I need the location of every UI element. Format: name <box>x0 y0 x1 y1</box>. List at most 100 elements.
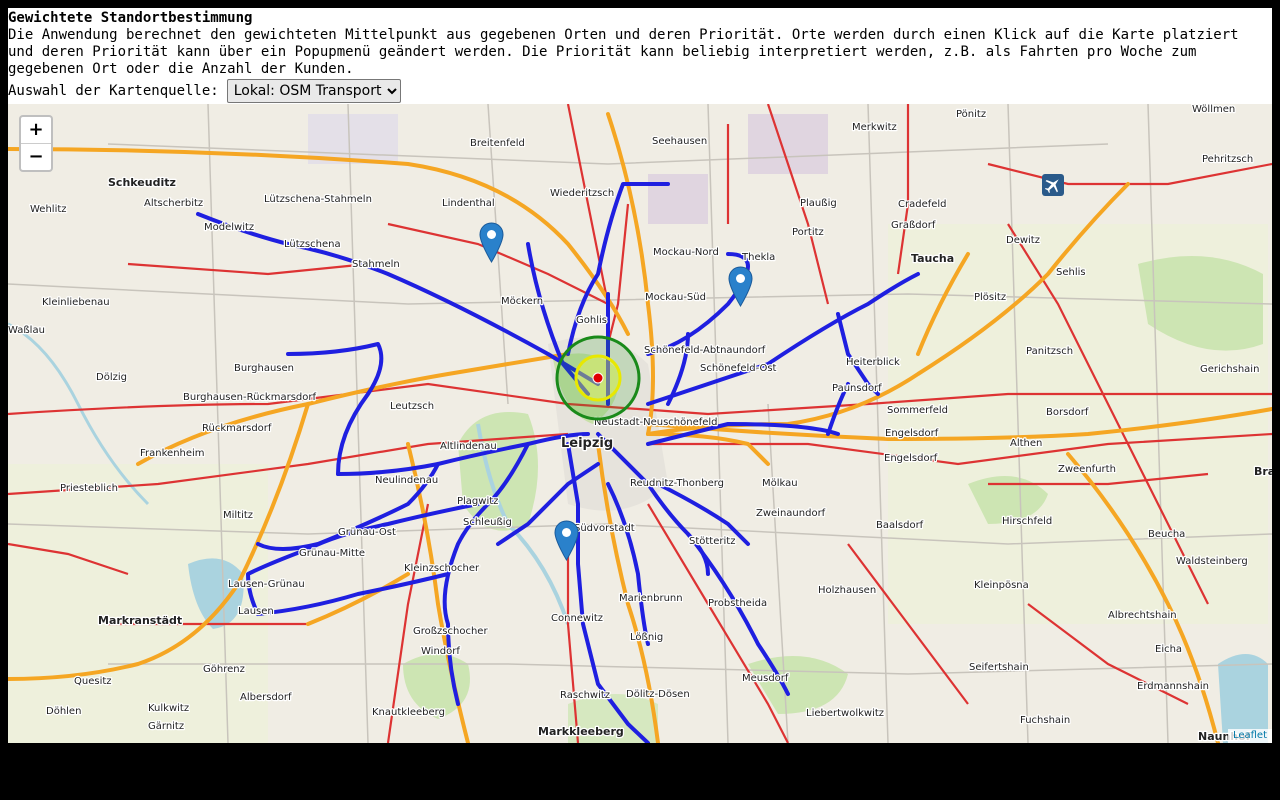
location-marker[interactable] <box>728 266 753 307</box>
place-label: Neulindenau <box>375 475 438 486</box>
place-label: Windorf <box>421 646 460 657</box>
map-tiles[interactable]: Breitenfeld Seehausen Merkwitz Pönitz Wöllme… <box>8 104 1272 743</box>
place-label: Albersdorf <box>240 692 292 703</box>
place-label: Brandis <box>1254 465 1272 478</box>
place-label: Altscherbitz <box>144 198 203 209</box>
location-marker[interactable] <box>479 222 504 263</box>
place-label: Albrechtshain <box>1108 610 1177 621</box>
airport-icon <box>1042 174 1064 196</box>
place-label: Lindenthal <box>442 198 495 209</box>
place-label: Altlindenau <box>440 441 497 452</box>
place-label: Lausen-Grünau <box>228 579 305 590</box>
page-description: Die Anwendung berechnet den gewichteten … <box>8 27 1239 77</box>
place-label: Raschwitz <box>560 690 610 701</box>
place-label: Lützschena-Stahmeln <box>264 194 372 205</box>
place-label: Wehlitz <box>30 204 67 215</box>
place-label: Miltitz <box>223 510 253 521</box>
place-label: Südvorstadt <box>574 523 635 534</box>
place-label: Eicha <box>1155 644 1182 655</box>
place-label: Seifertshain <box>969 662 1029 673</box>
place-label: Breitenfeld <box>470 138 525 149</box>
place-label: Stötteritz <box>689 536 735 547</box>
place-label: Gärnitz <box>148 721 184 732</box>
place-label: Lützschena <box>284 239 341 250</box>
place-label: Connewitz <box>551 613 603 624</box>
place-label: Markranstädt <box>98 614 182 627</box>
place-label: Plösitz <box>974 292 1006 303</box>
place-label: Mockau-Süd <box>645 292 706 303</box>
place-label: Sommerfeld <box>887 405 948 416</box>
place-label: Möckern <box>501 296 543 307</box>
place-label: Heiterblick <box>846 357 900 368</box>
place-label: Lausen <box>238 606 274 617</box>
place-label: Cradefeld <box>898 199 947 210</box>
place-label: Plagwitz <box>457 496 498 507</box>
center-point <box>592 372 604 384</box>
place-label: Panitzsch <box>1026 346 1073 357</box>
place-label: Graßdorf <box>891 220 936 231</box>
place-label: Gerichshain <box>1200 364 1259 375</box>
place-label: Schleußig <box>463 517 512 528</box>
place-label: Frankenheim <box>140 448 205 459</box>
place-label: Taucha <box>911 252 954 265</box>
zoom-control: + − <box>19 115 53 172</box>
place-label: Mölkau <box>762 478 798 489</box>
place-label: Großzschocher <box>413 626 488 637</box>
place-label: Borsdorf <box>1046 407 1089 418</box>
place-label: Grünau-Mitte <box>299 548 365 559</box>
page-title: Gewichtete Standortbestimmung <box>8 10 253 26</box>
page: Gewichtete Standortbestimmung Die Anwend… <box>8 8 1272 743</box>
place-label: Leipzig <box>561 436 613 451</box>
place-label: Burghausen <box>234 363 294 374</box>
map-view[interactable]: Breitenfeld Seehausen Merkwitz Pönitz Wöllme… <box>8 104 1272 743</box>
place-label: Schönefeld-Ost <box>700 363 777 374</box>
place-label: Sehlis <box>1056 267 1086 278</box>
place-label: Göhrenz <box>203 664 245 675</box>
place-label: Kulkwitz <box>148 703 189 714</box>
place-label: Kleinliebenau <box>42 297 110 308</box>
zoom-out-button[interactable]: − <box>21 143 51 170</box>
place-label: Liebertwolkwitz <box>806 708 884 719</box>
place-label: Grünau-Ost <box>338 527 396 538</box>
place-label: Erdmannshain <box>1137 681 1209 692</box>
place-label: Waßlau <box>8 325 45 336</box>
place-label: Zweinaundorf <box>756 508 826 519</box>
place-label: Plaußig <box>800 198 837 209</box>
place-label: Althen <box>1010 438 1042 449</box>
place-label: Quesitz <box>74 676 112 687</box>
place-label: Thekla <box>741 252 775 263</box>
place-label: Hirschfeld <box>1002 516 1052 527</box>
map-attribution: Leaflet <box>1227 729 1272 743</box>
place-label: Wöllmen <box>1192 104 1235 115</box>
weighted-center[interactable] <box>554 334 642 422</box>
place-label: Engelsdorf <box>884 453 938 464</box>
leaflet-link[interactable]: Leaflet <box>1233 730 1267 741</box>
place-label: Merkwitz <box>852 122 897 133</box>
place-label: Markkleeberg <box>538 725 624 738</box>
place-label: Stahmeln <box>352 259 400 270</box>
place-label: Dölitz-Dösen <box>626 689 690 700</box>
place-label: Holzhausen <box>818 585 876 596</box>
place-label: Leutzsch <box>390 401 434 412</box>
place-label: Wiederitzsch <box>550 188 614 199</box>
place-label: Mockau-Nord <box>653 247 719 258</box>
map-source-label: Auswahl der Kartenquelle: <box>8 83 219 99</box>
map-source-select[interactable]: Lokal: OSM Transport <box>226 79 401 103</box>
place-label: Kleinpösna <box>974 580 1029 591</box>
place-label: Dölzig <box>96 372 127 383</box>
place-label: Priesteblich <box>60 483 118 494</box>
map-source-row: Auswahl der Kartenquelle: Lokal: OSM Tra… <box>8 78 401 104</box>
place-label: Beucha <box>1148 529 1185 540</box>
place-label: Schkeuditz <box>108 176 176 189</box>
place-label: Fuchshain <box>1020 715 1070 726</box>
place-label: Paunsdorf <box>832 383 882 394</box>
zoom-in-button[interactable]: + <box>21 117 51 143</box>
location-marker[interactable] <box>554 520 579 561</box>
place-label: Marienbrunn <box>619 593 683 604</box>
place-label: Seehausen <box>652 136 707 147</box>
place-label: Schönefeld-Abtnaundorf <box>644 345 766 356</box>
place-label: Pönitz <box>956 109 986 120</box>
place-label: Baalsdorf <box>876 520 924 531</box>
place-label: Kleinzschocher <box>404 563 480 574</box>
place-label: Probstheida <box>708 598 767 609</box>
